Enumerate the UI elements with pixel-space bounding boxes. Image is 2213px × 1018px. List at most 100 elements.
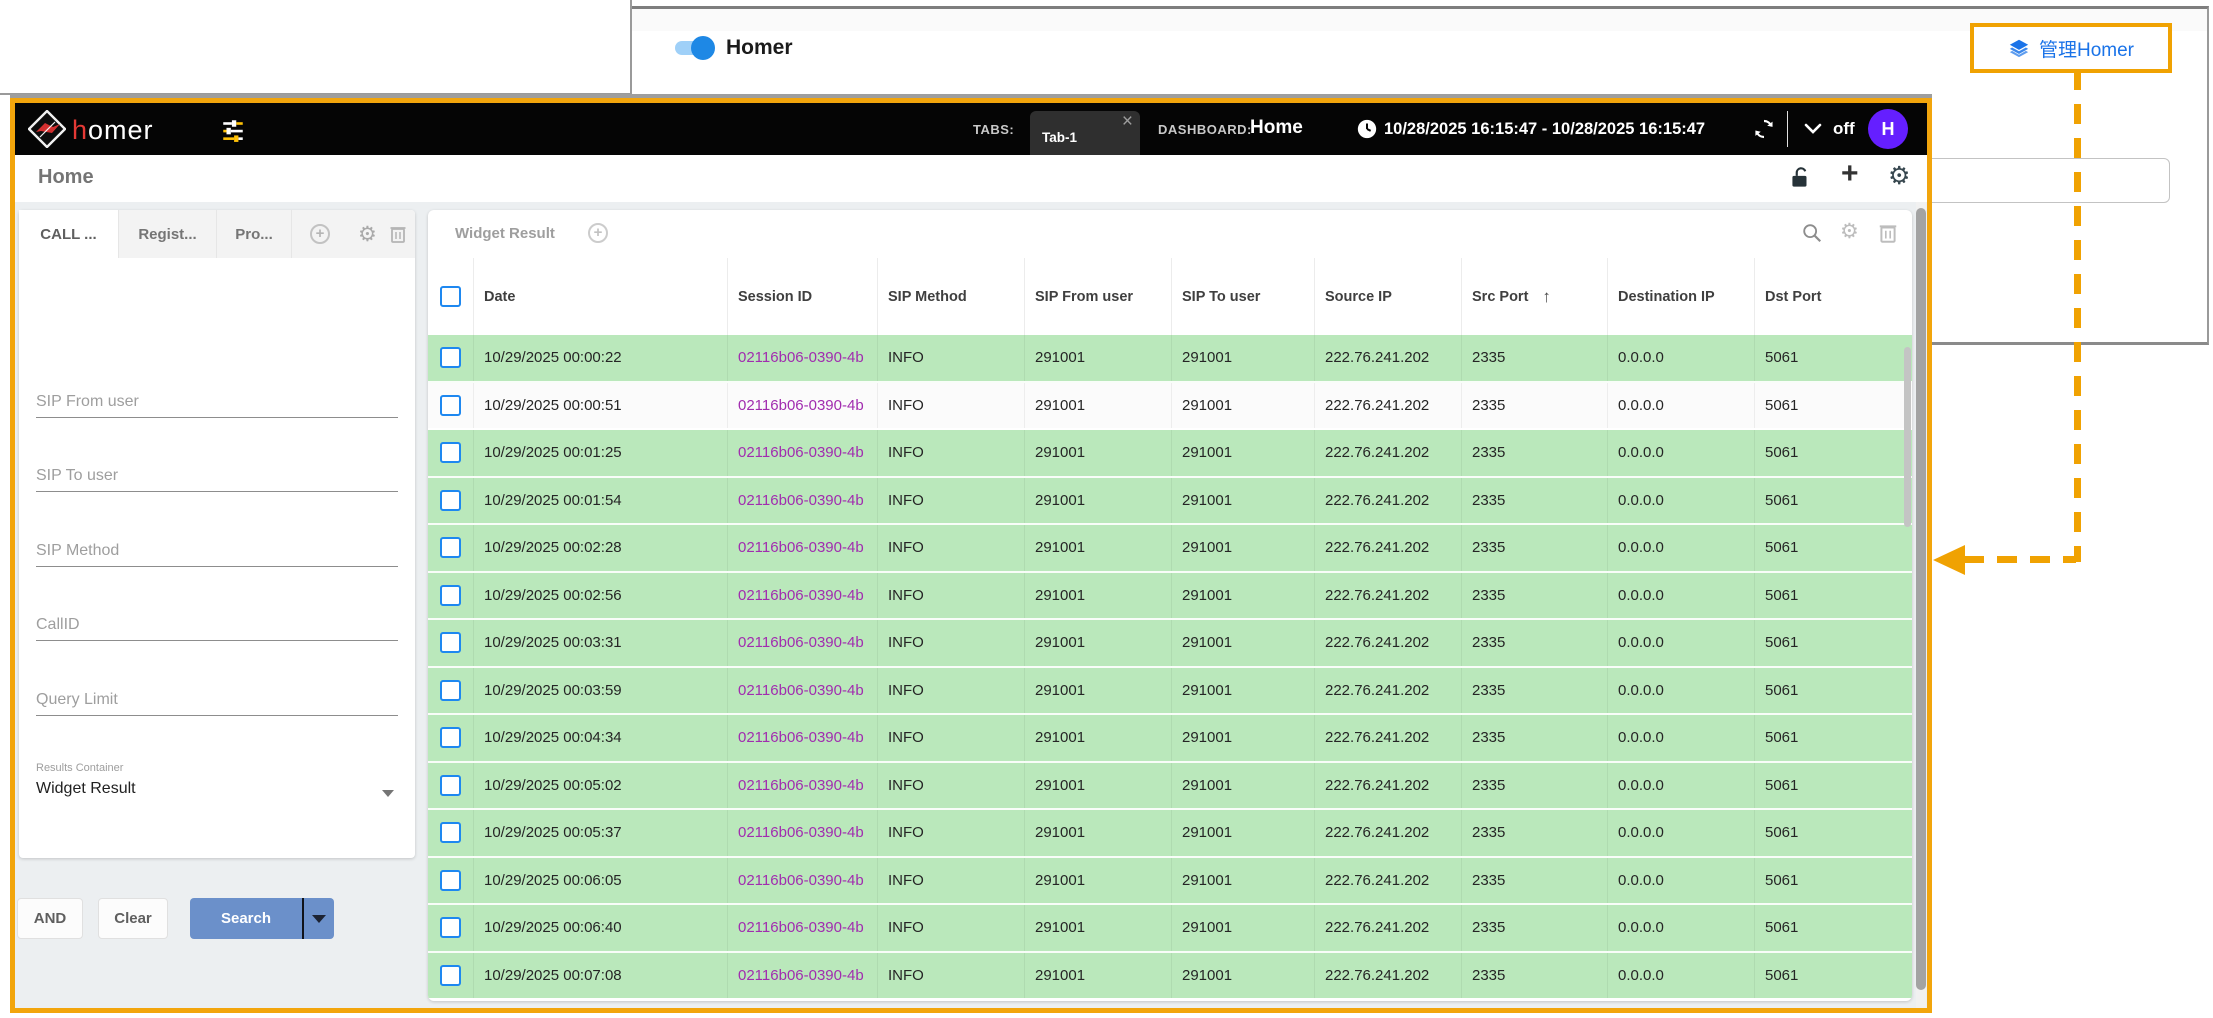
col-header-sip-from-user[interactable]: SIP From user <box>1025 258 1172 335</box>
widget-add-icon[interactable]: + <box>588 223 608 243</box>
refresh-icon[interactable] <box>1752 117 1776 141</box>
tab-registration[interactable]: Regist... <box>119 210 217 258</box>
tab-call[interactable]: CALL ... <box>19 210 119 258</box>
row-checkbox[interactable] <box>440 490 461 511</box>
add-tab-icon[interactable]: + <box>310 224 330 244</box>
row-checkbox[interactable] <box>440 965 461 986</box>
window-scrollbar-thumb[interactable] <box>1916 208 1926 990</box>
table-row[interactable]: 10/29/2025 00:01:25 02116b06-0390-4b INF… <box>428 430 1912 478</box>
table-row[interactable]: 10/29/2025 00:07:08 02116b06-0390-4b INF… <box>428 953 1912 999</box>
col-header-date[interactable]: Date <box>474 258 728 335</box>
cell-session-id[interactable]: 02116b06-0390-4b <box>728 858 878 904</box>
search-input[interactable]: SIP From user <box>36 343 398 418</box>
cell-date: 10/29/2025 00:05:02 <box>474 763 728 809</box>
time-range[interactable]: 10/28/2025 16:15:47 - 10/28/2025 16:15:4… <box>1384 120 1705 139</box>
and-button[interactable]: AND <box>17 898 83 939</box>
cell-date: 10/29/2025 00:02:56 <box>474 573 728 619</box>
homer-logo-icon[interactable] <box>28 110 66 148</box>
panel-trash-icon[interactable] <box>389 224 407 244</box>
col-header-source-ip[interactable]: Source IP <box>1315 258 1462 335</box>
cell-session-id[interactable]: 02116b06-0390-4b <box>728 383 878 429</box>
cell-session-id[interactable]: 02116b06-0390-4b <box>728 525 878 571</box>
clock-icon[interactable] <box>1356 118 1378 140</box>
manage-homer-button[interactable]: 管理Homer <box>1970 23 2172 73</box>
table-row[interactable]: 10/29/2025 00:06:40 02116b06-0390-4b INF… <box>428 905 1912 953</box>
row-checkbox-cell <box>428 620 474 666</box>
search-input[interactable]: CallID <box>36 567 398 642</box>
cell-session-id[interactable]: 02116b06-0390-4b <box>728 810 878 856</box>
col-header-src-port[interactable]: Src Port↑ <box>1462 258 1608 335</box>
widget-search-icon[interactable] <box>1801 222 1823 244</box>
row-checkbox[interactable] <box>440 775 461 796</box>
col-header-destination-ip[interactable]: Destination IP <box>1608 258 1755 335</box>
widget-settings-icon[interactable]: ⚙ <box>1840 219 1859 244</box>
search-button[interactable]: Search <box>190 898 304 939</box>
page-title: Home <box>38 166 94 189</box>
window-scrollbar-track[interactable] <box>1916 202 1926 1008</box>
table-row[interactable]: 10/29/2025 00:05:37 02116b06-0390-4b INF… <box>428 810 1912 858</box>
table-row[interactable]: 10/29/2025 00:02:28 02116b06-0390-4b INF… <box>428 525 1912 573</box>
col-header-session-id[interactable]: Session ID <box>728 258 878 335</box>
col-header-dst-port[interactable]: Dst Port <box>1755 258 1912 335</box>
row-checkbox[interactable] <box>440 537 461 558</box>
cell-session-id[interactable]: 02116b06-0390-4b <box>728 763 878 809</box>
tabs-label: TABS: <box>973 122 1014 137</box>
sort-asc-icon[interactable]: ↑ <box>1542 287 1551 307</box>
table-row[interactable]: 10/29/2025 00:04:34 02116b06-0390-4b INF… <box>428 715 1912 763</box>
dashboard-name[interactable]: Home <box>1250 117 1303 139</box>
cell-session-id[interactable]: 02116b06-0390-4b <box>728 573 878 619</box>
table-row[interactable]: 10/29/2025 00:00:22 02116b06-0390-4b INF… <box>428 335 1912 383</box>
avatar[interactable]: H <box>1868 109 1908 149</box>
refresh-interval-value[interactable]: off <box>1833 119 1855 139</box>
chevron-down-icon[interactable] <box>1804 123 1822 135</box>
admin-text-input[interactable] <box>1922 158 2170 203</box>
col-header-sip-to-user[interactable]: SIP To user <box>1172 258 1315 335</box>
row-checkbox[interactable] <box>440 917 461 938</box>
row-checkbox[interactable] <box>440 870 461 891</box>
unlock-icon[interactable] <box>1787 165 1813 191</box>
search-input[interactable]: SIP Method <box>36 492 398 567</box>
homer-toggle[interactable] <box>675 41 709 55</box>
table-row[interactable]: 10/29/2025 00:06:05 02116b06-0390-4b INF… <box>428 858 1912 906</box>
row-checkbox[interactable] <box>440 395 461 416</box>
search-input[interactable]: SIP To user <box>36 418 398 493</box>
cell-session-id[interactable]: 02116b06-0390-4b <box>728 715 878 761</box>
tune-icon[interactable] <box>220 117 246 143</box>
dashboard-settings-icon[interactable]: ⚙ <box>1888 161 1910 191</box>
table-row[interactable]: 10/29/2025 00:02:56 02116b06-0390-4b INF… <box>428 573 1912 621</box>
select-all-checkbox[interactable] <box>440 286 461 307</box>
cell-session-id[interactable]: 02116b06-0390-4b <box>728 335 878 381</box>
cell-session-id[interactable]: 02116b06-0390-4b <box>728 953 878 999</box>
panel-settings-icon[interactable]: ⚙ <box>358 222 377 247</box>
col-header-sip-method[interactable]: SIP Method <box>878 258 1025 335</box>
cell-session-id[interactable]: 02116b06-0390-4b <box>728 668 878 714</box>
row-checkbox[interactable] <box>440 585 461 606</box>
tab-1[interactable]: Tab-1 × <box>1030 111 1140 155</box>
widget-trash-icon[interactable] <box>1878 222 1898 244</box>
widget-scrollbar[interactable] <box>1904 347 1911 527</box>
app-header: homer TABS: Tab-1 × DASHBOARD: Home 10/2… <box>15 103 1927 155</box>
results-container-select[interactable]: Results Container Widget Result <box>36 762 398 810</box>
cell-session-id[interactable]: 02116b06-0390-4b <box>728 905 878 951</box>
add-widget-icon[interactable]: + <box>1841 157 1859 191</box>
row-checkbox[interactable] <box>440 442 461 463</box>
table-row[interactable]: 10/29/2025 00:00:51 02116b06-0390-4b INF… <box>428 383 1912 431</box>
tab-close-icon[interactable]: × <box>1122 111 1133 133</box>
tab-protocol[interactable]: Pro... <box>217 210 292 258</box>
cell-date: 10/29/2025 00:07:08 <box>474 953 728 999</box>
clear-button[interactable]: Clear <box>98 898 168 939</box>
table-row[interactable]: 10/29/2025 00:03:31 02116b06-0390-4b INF… <box>428 620 1912 668</box>
row-checkbox[interactable] <box>440 680 461 701</box>
table-row[interactable]: 10/29/2025 00:01:54 02116b06-0390-4b INF… <box>428 478 1912 526</box>
search-input[interactable]: Query Limit <box>36 641 398 716</box>
row-checkbox[interactable] <box>440 632 461 653</box>
table-row[interactable]: 10/29/2025 00:03:59 02116b06-0390-4b INF… <box>428 668 1912 716</box>
cell-session-id[interactable]: 02116b06-0390-4b <box>728 478 878 524</box>
row-checkbox[interactable] <box>440 822 461 843</box>
row-checkbox[interactable] <box>440 727 461 748</box>
table-row[interactable]: 10/29/2025 00:05:02 02116b06-0390-4b INF… <box>428 763 1912 811</box>
cell-session-id[interactable]: 02116b06-0390-4b <box>728 430 878 476</box>
search-options-caret[interactable] <box>304 898 334 939</box>
cell-session-id[interactable]: 02116b06-0390-4b <box>728 620 878 666</box>
row-checkbox[interactable] <box>440 347 461 368</box>
